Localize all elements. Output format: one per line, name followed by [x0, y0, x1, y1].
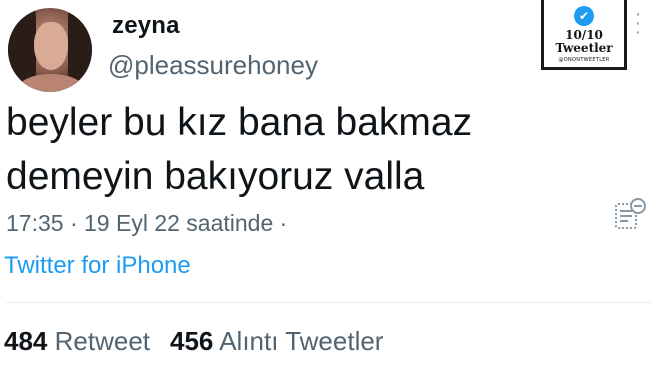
- avatar[interactable]: [8, 8, 92, 92]
- tweet-text: beyler bu kız bana bakmaz demeyin bakıyo…: [6, 96, 606, 204]
- quote-label: Alıntı Tweetler: [219, 326, 384, 356]
- tweet-text-line-1: beyler bu kız bana bakmaz: [6, 101, 473, 144]
- tweet-time[interactable]: 17:35: [6, 210, 64, 236]
- author-handle[interactable]: @pleassurehoney: [108, 50, 318, 81]
- twitter-bird-icon: ✔: [574, 6, 594, 26]
- retweet-stat[interactable]: 484 Retweet: [4, 326, 150, 356]
- meta-separator: ·: [279, 210, 288, 236]
- tweet-source[interactable]: Twitter for iPhone: [4, 252, 191, 280]
- divider: [6, 302, 652, 303]
- author-display-name[interactable]: zeyna: [112, 12, 180, 40]
- retweet-label: Retweet: [54, 326, 151, 356]
- more-vertical-icon[interactable]: · · ·: [632, 4, 644, 42]
- quote-stat[interactable]: 456 Alıntı Tweetler: [170, 326, 383, 356]
- retweet-count: 484: [4, 326, 48, 356]
- watermark-stamp: ✔ 10/10 Tweetler @ONONTWEETLER: [541, 0, 627, 70]
- note-icon[interactable]: [612, 196, 648, 236]
- quote-count: 456: [170, 326, 214, 356]
- meta-separator: ·: [69, 210, 78, 236]
- tweet-text-line-2: demeyin bakıyoruz valla: [6, 155, 425, 198]
- tweet-date[interactable]: 19 Eyl 22 saatinde: [84, 210, 273, 236]
- avatar-face: [34, 22, 68, 70]
- stamp-small-text: @ONONTWEETLER: [558, 57, 610, 63]
- stamp-label: Tweetler: [555, 41, 613, 55]
- tweet-meta: 17:35 · 19 Eyl 22 saatinde ·: [6, 210, 287, 237]
- tweet-stats: 484 Retweet 456 Alıntı Tweetler: [4, 326, 383, 357]
